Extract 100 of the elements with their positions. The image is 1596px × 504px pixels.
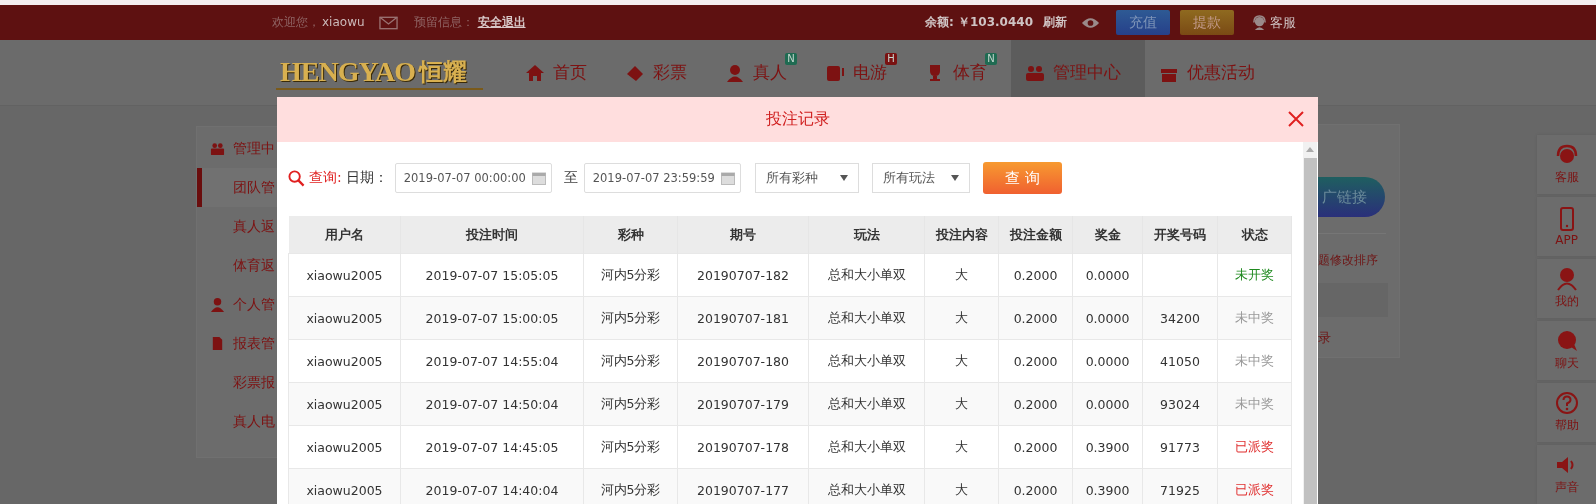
float-bar-item[interactable]: 我的 — [1537, 259, 1596, 318]
table-cell: 0.2000 — [998, 382, 1073, 426]
table-cell: 0.2000 — [998, 339, 1073, 383]
table-cell: 总和大小单双 — [808, 253, 925, 297]
table-cell: 20190707-181 — [677, 296, 809, 340]
table-cell: 91773 — [1142, 425, 1218, 469]
eye-icon[interactable] — [1081, 16, 1100, 29]
table-cell: xiaowu2005 — [288, 253, 401, 297]
play-select[interactable]: 所有玩法 — [871, 163, 970, 193]
column-header: 状态 — [1217, 216, 1292, 254]
float-bar-item[interactable]: APP — [1537, 197, 1596, 256]
table-cell: 大 — [924, 468, 999, 504]
user-icon — [1554, 267, 1579, 291]
float-bar-item[interactable]: 声音 — [1537, 445, 1596, 504]
sidebar-item[interactable]: 团队管 — [197, 168, 277, 207]
float-bar-item[interactable]: 聊天 — [1537, 321, 1596, 380]
deposit-button[interactable]: 充值 — [1116, 10, 1170, 35]
sidebar-item[interactable]: 彩票报 — [197, 363, 277, 402]
sidebar-item[interactable]: 真人电 — [197, 402, 277, 441]
record-link[interactable]: 录 — [1317, 329, 1331, 347]
group-icon — [210, 141, 225, 156]
column-header: 玩法 — [808, 216, 925, 254]
sidebar-item[interactable]: 真人返 — [197, 207, 277, 246]
column-header: 期号 — [677, 216, 809, 254]
nav-item[interactable]: 体育 N — [911, 40, 1011, 105]
status-cell: 已派奖 — [1217, 468, 1292, 504]
sidebar-item[interactable]: 报表管 — [197, 324, 277, 363]
table-cell: 总和大小单双 — [808, 339, 925, 383]
logo[interactable]: HENGYAO恒耀 — [276, 55, 483, 90]
start-date-field[interactable]: 2019-07-07 00:00:00 — [394, 163, 552, 193]
welcome-text: 欢迎您， xiaowu — [272, 14, 365, 31]
promo-link-button[interactable]: 广链接 — [1317, 177, 1385, 217]
close-icon[interactable] — [1288, 111, 1304, 127]
sidebar-item[interactable]: 个人管 — [197, 285, 277, 324]
table-cell: 20190707-178 — [677, 425, 809, 469]
table-cell: 大 — [924, 382, 999, 426]
nav-item[interactable]: 电游 H — [811, 40, 911, 105]
query-button[interactable]: 查 询 — [982, 162, 1062, 194]
nav-item[interactable]: 优惠活动 — [1145, 40, 1279, 105]
table-cell: 河内5分彩 — [583, 296, 678, 340]
float-bar-item[interactable]: 帮助 — [1537, 383, 1596, 442]
column-header: 用户名 — [288, 216, 401, 254]
calendar-icon[interactable] — [531, 171, 546, 185]
reserved-info-label: 预留信息： — [413, 14, 474, 31]
balance-text: 余额: ￥103.0440 — [925, 14, 1033, 31]
query-label: 查询: — [309, 169, 342, 187]
table-cell: 2019-07-07 14:45:05 — [400, 425, 584, 469]
table-cell: 总和大小单双 — [808, 468, 925, 504]
table-cell: 总和大小单双 — [808, 296, 925, 340]
headset-icon[interactable] — [1252, 15, 1267, 30]
nav-item[interactable]: 真人 N — [711, 40, 811, 105]
table-cell: 2019-07-07 14:55:04 — [400, 339, 584, 383]
nav-item[interactable]: 彩票 — [611, 40, 711, 105]
column-header: 投注内容 — [924, 216, 999, 254]
lottery-select[interactable]: 所有彩种 — [754, 163, 859, 193]
scrollbar[interactable] — [1303, 142, 1317, 504]
nav-item[interactable]: 首页 — [511, 40, 611, 105]
end-date-field[interactable]: 2019-07-07 23:59:59 — [583, 163, 741, 193]
table-cell: 总和大小单双 — [808, 425, 925, 469]
table-cell: 2019-07-07 14:50:04 — [400, 382, 584, 426]
table-cell: 2019-07-07 15:05:05 — [400, 253, 584, 297]
sidebar-item[interactable]: 管理中 — [197, 129, 277, 168]
range-separator: 至 — [563, 169, 578, 187]
float-bar-item[interactable]: 客服 — [1537, 135, 1596, 194]
table-cell: 71925 — [1142, 468, 1218, 504]
table-cell: 河内5分彩 — [583, 253, 678, 297]
table-cell: 93024 — [1142, 382, 1218, 426]
table-cell: 河内5分彩 — [583, 382, 678, 426]
badge: N — [785, 53, 797, 65]
logout-link[interactable]: 安全退出 — [477, 14, 526, 31]
table-cell: 41050 — [1142, 339, 1218, 383]
table-cell: 20190707-177 — [677, 468, 809, 504]
mail-icon[interactable] — [378, 15, 398, 30]
table-cell: 总和大小单双 — [808, 382, 925, 426]
table-cell: 大 — [924, 253, 999, 297]
calendar-icon[interactable] — [720, 171, 735, 185]
table-cell: 大 — [924, 296, 999, 340]
sidebar-item[interactable]: 体育返 — [197, 246, 277, 285]
dialog-title: 投注记录 — [765, 109, 830, 130]
table-cell: 河内5分彩 — [583, 468, 678, 504]
table-cell: 0.2000 — [998, 468, 1073, 504]
refresh-link[interactable]: 刷新 — [1043, 14, 1067, 31]
badge: N — [985, 53, 997, 65]
support-link[interactable]: 客服 — [1270, 13, 1296, 32]
table-cell: 河内5分彩 — [583, 425, 678, 469]
column-header: 彩种 — [583, 216, 678, 254]
status-cell: 未中奖 — [1217, 339, 1292, 383]
status-cell: 未开奖 — [1217, 253, 1292, 297]
status-cell: 已派奖 — [1217, 425, 1292, 469]
table-cell: xiaowu2005 — [288, 296, 401, 340]
column-header: 投注时间 — [400, 216, 584, 254]
table-cell: xiaowu2005 — [288, 468, 401, 504]
table-cell: 0.2000 — [998, 425, 1073, 469]
table-cell: 大 — [924, 339, 999, 383]
withdraw-button[interactable]: 提款 — [1180, 10, 1234, 35]
table-cell: 20190707-182 — [677, 253, 809, 297]
table-cell: 0.0000 — [1072, 339, 1143, 383]
table-cell: 20190707-179 — [677, 382, 809, 426]
column-header: 开奖号码 — [1142, 216, 1218, 254]
table-cell: 河内5分彩 — [583, 339, 678, 383]
